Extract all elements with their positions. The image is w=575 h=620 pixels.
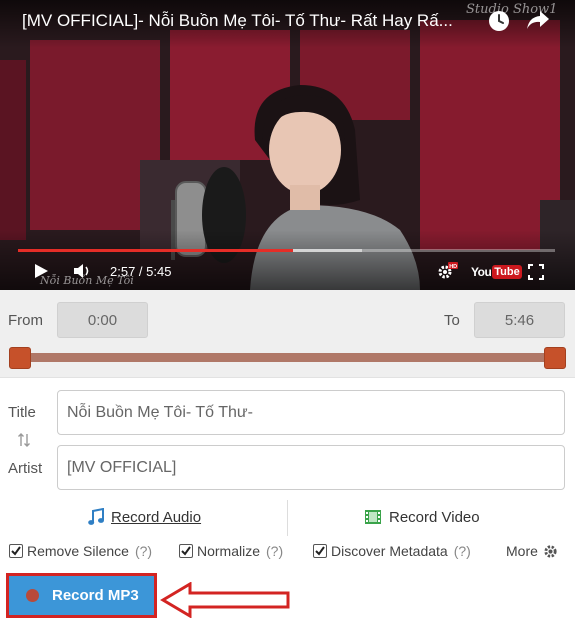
- music-note-icon: [88, 508, 104, 525]
- progress-bar[interactable]: [18, 249, 555, 252]
- checkmark-icon: [315, 546, 325, 556]
- video-watermark: Nỗi Buồn Mẹ Tôi: [40, 274, 134, 287]
- record-video-button[interactable]: Record Video: [364, 505, 480, 529]
- checkmark-icon: [181, 546, 191, 556]
- share-icon[interactable]: [526, 9, 550, 31]
- settings-icon[interactable]: HD: [436, 262, 458, 280]
- swap-vertical-icon[interactable]: [17, 432, 31, 448]
- more-options-button[interactable]: More: [506, 542, 558, 560]
- discover-metadata-option[interactable]: Discover Metadata (?): [313, 542, 471, 560]
- record-audio-label: Record Audio: [111, 508, 202, 526]
- film-icon: [365, 510, 381, 524]
- discover-metadata-help[interactable]: (?): [454, 543, 471, 559]
- video-player[interactable]: [MV OFFICIAL]- Nỗi Buồn Mẹ Tôi- Tố Thư- …: [0, 0, 575, 290]
- to-time-field[interactable]: 5:46: [474, 302, 565, 338]
- normalize-help[interactable]: (?): [266, 543, 283, 559]
- normalize-option[interactable]: Normalize (?): [179, 542, 283, 560]
- youtube-logo-you: You: [471, 265, 492, 279]
- more-label: More: [506, 543, 538, 559]
- remove-silence-checkbox[interactable]: [9, 544, 23, 558]
- title-input[interactable]: Nỗi Buồn Mẹ Tôi- Tố Thư-: [57, 390, 565, 435]
- trim-end-handle[interactable]: [544, 347, 566, 369]
- remove-silence-help[interactable]: (?): [135, 543, 152, 559]
- discover-metadata-label: Discover Metadata: [331, 543, 448, 559]
- normalize-checkbox[interactable]: [179, 544, 193, 558]
- gear-icon: [544, 544, 557, 558]
- from-time-field[interactable]: 0:00: [57, 302, 148, 338]
- to-label: To: [444, 312, 460, 329]
- remove-silence-label: Remove Silence: [27, 543, 129, 559]
- watch-later-icon[interactable]: [488, 10, 510, 32]
- from-label: From: [8, 312, 43, 329]
- progress-played: [18, 249, 293, 252]
- fullscreen-icon[interactable]: [528, 264, 544, 280]
- mode-divider: [287, 500, 288, 536]
- discover-metadata-checkbox[interactable]: [313, 544, 327, 558]
- checkmark-icon: [11, 546, 21, 556]
- red-arrow-annotation: [160, 582, 290, 618]
- trim-start-handle[interactable]: [9, 347, 31, 369]
- artist-label: Artist: [8, 460, 43, 477]
- video-title[interactable]: [MV OFFICIAL]- Nỗi Buồn Mẹ Tôi- Tố Thư- …: [22, 11, 482, 31]
- title-label: Title: [8, 404, 36, 421]
- record-video-label: Record Video: [389, 508, 480, 526]
- youtube-logo[interactable]: You Tube: [471, 264, 522, 280]
- record-mp3-label: Record MP3: [52, 587, 139, 604]
- remove-silence-option[interactable]: Remove Silence (?): [9, 542, 152, 560]
- record-dot-icon: [26, 589, 39, 602]
- normalize-label: Normalize: [197, 543, 261, 559]
- trim-slider-track[interactable]: [18, 353, 555, 362]
- record-mp3-button[interactable]: Record MP3: [6, 573, 157, 618]
- youtube-logo-tube: Tube: [492, 265, 522, 279]
- artist-input[interactable]: [MV OFFICIAL]: [57, 445, 565, 490]
- hd-badge: HD: [449, 264, 457, 270]
- record-audio-button[interactable]: Record Audio: [88, 505, 201, 529]
- trim-range-section: From 0:00 To 5:46: [0, 290, 575, 378]
